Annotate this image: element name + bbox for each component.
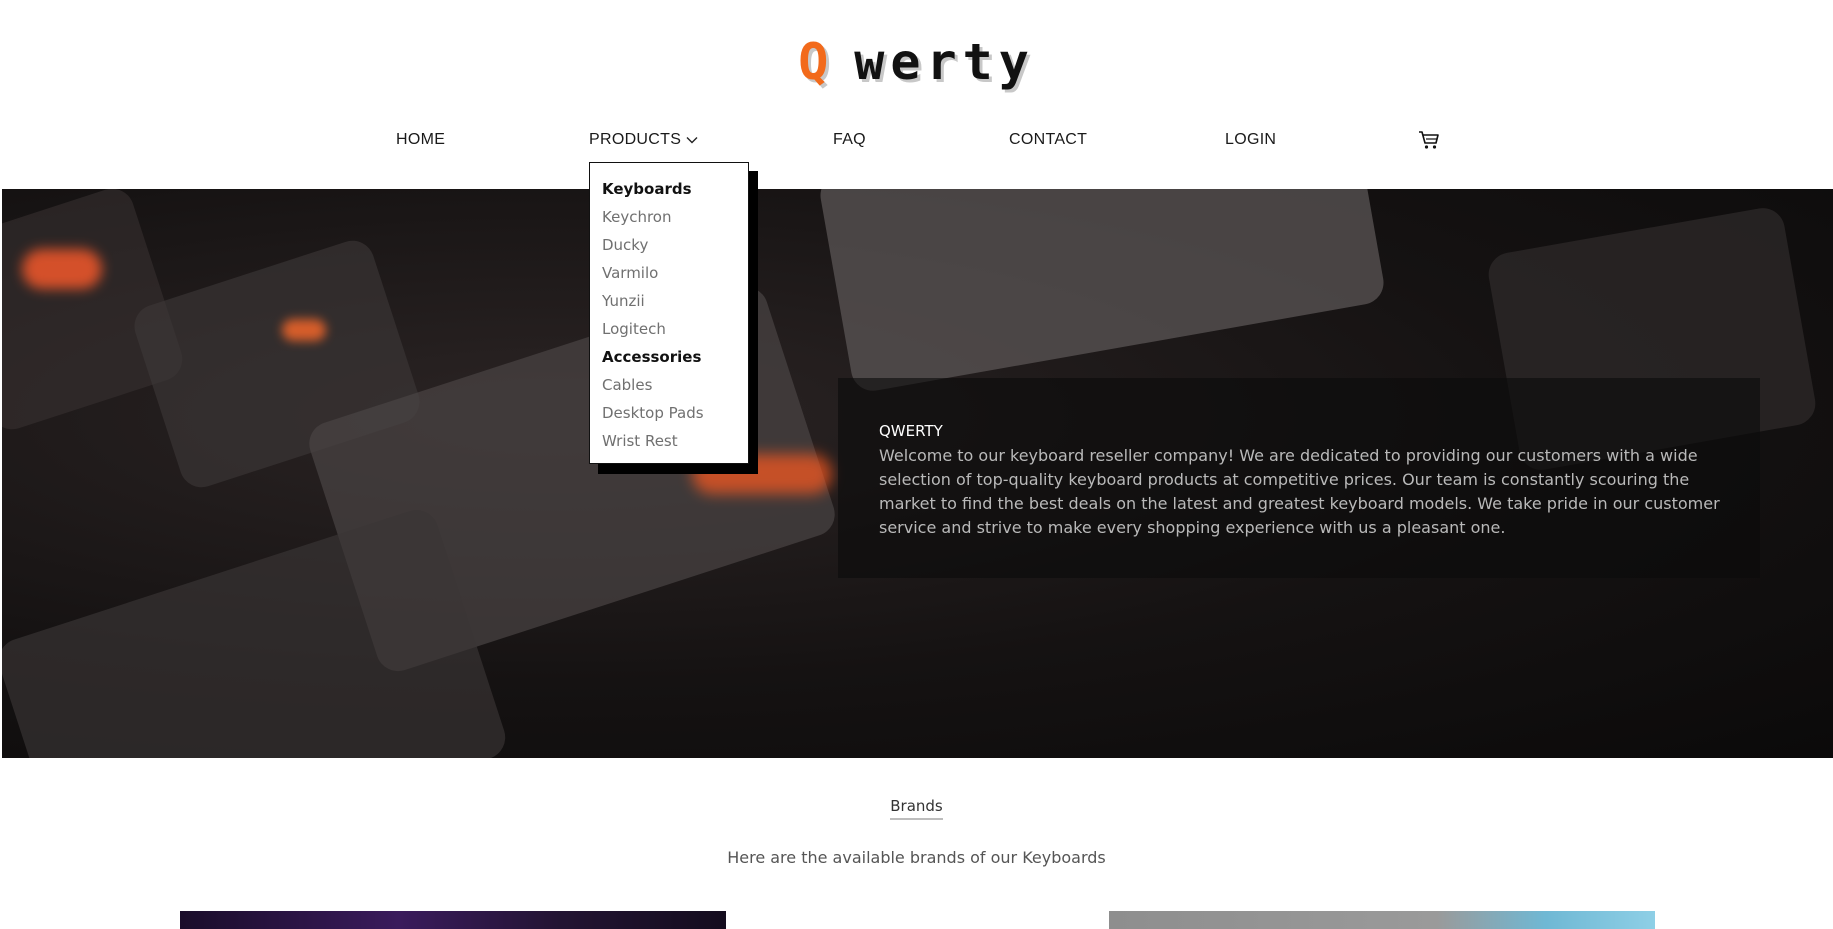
logo-letter-q: Q <box>798 33 835 91</box>
dropdown-item-cables[interactable]: Cables <box>602 371 736 399</box>
nav-products-link[interactable]: PRODUCTS <box>589 128 699 152</box>
hero-image-led <box>22 249 102 289</box>
cart-icon[interactable] <box>1418 130 1440 150</box>
hero-description: Welcome to our keyboard reseller company… <box>879 446 1720 537</box>
dropdown-heading-accessories[interactable]: Accessories <box>602 343 736 371</box>
hero-title: QWERTY <box>879 422 943 440</box>
nav-contact-link[interactable]: CONTACT <box>1009 128 1087 152</box>
dropdown-item-desktop-pads[interactable]: Desktop Pads <box>602 399 736 427</box>
dropdown-item-ducky[interactable]: Ducky <box>602 231 736 259</box>
hero-image-key <box>817 189 1387 395</box>
nav-home-link[interactable]: HOME <box>396 128 445 152</box>
hero-banner: QWERTY Welcome to our keyboard reseller … <box>2 189 1833 758</box>
site-logo[interactable]: Qwerty <box>0 36 1833 88</box>
dropdown-item-logitech[interactable]: Logitech <box>602 315 736 343</box>
dropdown-item-wrist-rest[interactable]: Wrist Rest <box>602 427 736 455</box>
dropdown-heading-keyboards[interactable]: Keyboards <box>602 175 736 203</box>
products-dropdown-menu: Keyboards Keychron Ducky Varmilo Yunzii … <box>589 162 749 464</box>
brand-card-image[interactable] <box>180 911 726 929</box>
dropdown-item-keychron[interactable]: Keychron <box>602 203 736 231</box>
dropdown-item-yunzii[interactable]: Yunzii <box>602 287 736 315</box>
hero-image-led <box>282 319 326 341</box>
brand-card-image[interactable] <box>1109 911 1655 929</box>
brands-section-title: Brands <box>0 797 1833 820</box>
chevron-down-icon <box>686 137 698 144</box>
brands-title-text: Brands <box>890 797 943 820</box>
hero-image-key <box>2 504 511 758</box>
nav-faq-link[interactable]: FAQ <box>833 128 866 152</box>
brands-description: Here are the available brands of our Key… <box>727 848 1106 867</box>
nav-products-label: PRODUCTS <box>589 131 682 148</box>
logo-wordmark: werty <box>854 33 1035 91</box>
main-nav: HOME PRODUCTS FAQ CONTACT LOGIN <box>0 128 1833 152</box>
dropdown-item-varmilo[interactable]: Varmilo <box>602 259 736 287</box>
nav-login-link[interactable]: LOGIN <box>1225 128 1276 152</box>
hero-text-panel: QWERTY Welcome to our keyboard reseller … <box>838 378 1760 578</box>
